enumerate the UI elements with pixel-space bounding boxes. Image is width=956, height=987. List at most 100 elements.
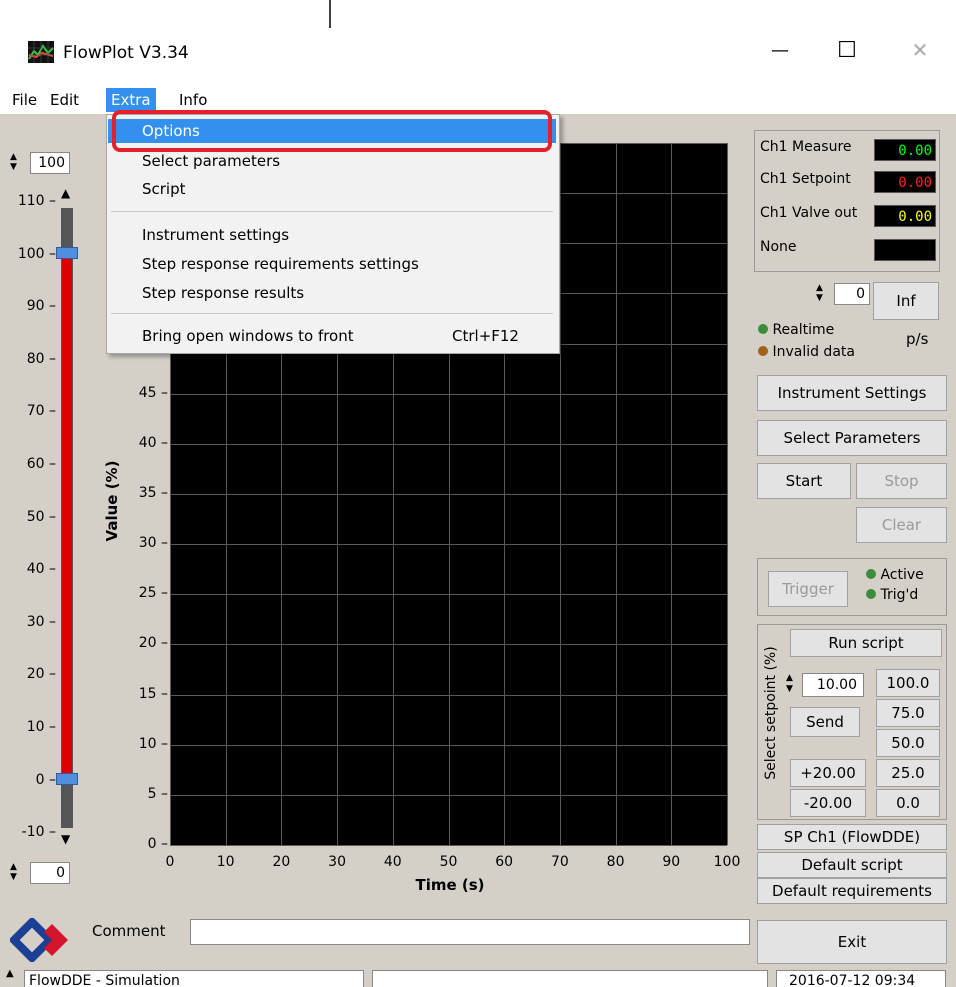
menu-item-instrument-settings[interactable]: Instrument settings [108,223,556,247]
setpoint-spinner[interactable]: ▲ ▼ 10.00 [786,673,866,697]
send-button[interactable]: Send [790,707,860,737]
slider-tick-label: 80 – [26,350,56,367]
select-parameters-button[interactable]: Select Parameters [757,420,947,456]
run-script-button[interactable]: Run script [790,629,942,657]
channel-display: 0.00 [874,171,936,193]
minus20-button[interactable]: -20.00 [790,789,866,817]
channel-row: None [760,237,936,263]
slider-up-arrow-icon[interactable]: ▲ [61,186,70,200]
menu-item-shortcut: Ctrl+F12 [452,327,519,345]
chart-grid-line [170,594,727,596]
slider-upper-handle[interactable] [56,247,78,259]
menu-extra[interactable]: Extra [106,88,156,112]
instrument-settings-button[interactable]: Instrument Settings [757,375,947,411]
title-bar: FlowPlot V3.34 — ☐ ✕ [0,28,956,86]
menu-item-step-response-requirements[interactable]: Step response requirements settings [108,252,556,276]
close-button[interactable]: ✕ [900,38,940,62]
status-datetime: 2016-07-12 09:34 [776,970,946,987]
slider-top-value[interactable]: 100 [30,152,70,174]
slider-tick-label: 50 – [26,508,56,525]
chart-y-tick-label: 0 – [147,836,168,852]
chart-y-tick-label: 25 – [138,585,168,602]
channel-label: Ch1 Setpoint [760,171,851,187]
menu-item-bring-windows-front[interactable]: Bring open windows to front Ctrl+F12 [108,324,556,348]
menu-separator [111,313,553,314]
spin-arrows-icon[interactable]: ▲ ▼ [10,152,17,172]
menu-info[interactable]: Info [174,88,212,112]
channel-display [874,239,936,261]
slider-tick-label: 20 – [26,666,56,683]
comment-label: Comment [92,922,166,940]
slider-lower-handle[interactable] [56,773,78,785]
menu-file[interactable]: File [7,88,42,112]
rate-value[interactable]: 0 [834,283,870,305]
chart-y-tick-label: 35 – [138,485,168,501]
comment-input[interactable] [190,919,750,945]
chart-x-tick-label: 0 [165,854,175,870]
active-indicator: Active [866,567,924,583]
chart-grid-line [170,494,727,495]
menu-item-select-parameters[interactable]: Select parameters [108,149,556,173]
status-middle [372,970,768,987]
slider-tick-label: 70 – [26,403,56,420]
clear-button[interactable]: Clear [856,507,947,543]
bronkhorst-logo [8,916,76,964]
stop-button[interactable]: Stop [856,463,947,499]
chart-grid-line [170,443,727,445]
requirements-button[interactable]: Default requirements [757,878,947,904]
chart-grid-line [170,544,727,546]
channel-label: Ch1 Valve out [760,205,858,221]
menu-item-script[interactable]: Script [108,177,556,201]
chart-y-tick-label: 5 – [147,785,168,802]
slider-bottom-spinner[interactable]: ▲ ▼ 0 [10,862,72,884]
spin-arrows-icon[interactable]: ▲ ▼ [10,862,17,882]
preset-button[interactable]: 50.0 [876,729,940,757]
trigger-panel: Trigger Active Trig'd [757,558,947,616]
menu-item-label: Step response requirements settings [142,255,419,273]
maximize-button[interactable]: ☐ [827,38,867,63]
inf-button[interactable]: Inf [873,282,939,320]
trigger-button[interactable]: Trigger [768,571,848,607]
menu-item-label: Select parameters [142,152,281,170]
channel-panel: Ch1 Measure 0.00 Ch1 Setpoint 0.00 Ch1 V… [754,130,940,272]
chart-grid-line [170,644,727,646]
start-button[interactable]: Start [757,463,851,499]
channel-row: Ch1 Measure 0.00 [760,137,936,163]
chart-x-tick-label: 10 [216,854,235,870]
invalid-label: Invalid data [772,344,855,360]
slider-bottom-value[interactable]: 0 [30,862,70,884]
spin-arrows-icon[interactable]: ▲ ▼ [786,673,793,695]
slider-tick-label: 100 – [17,245,56,262]
chart-y-tick-label: 15 – [138,685,168,702]
script-name-button[interactable]: Default script [757,852,947,878]
setpoint-value[interactable]: 10.00 [802,673,864,697]
chart-grid-line [170,845,727,846]
status-arrow-icon: ▲ [6,968,14,979]
slider-top-spinner[interactable]: ▲ ▼ 100 [10,152,72,174]
preset-button[interactable]: 75.0 [876,699,940,727]
slider-fill [62,253,72,779]
trigd-label: Trig'd [880,587,919,603]
highlight-box [112,110,552,152]
chart-grid-line [170,393,727,395]
spin-arrows-icon[interactable]: ▲ ▼ [816,283,823,303]
slider-tick-label: 10 – [26,719,56,735]
status-source: FlowDDE - Simulation [24,970,364,987]
rate-spinner[interactable]: ▲ ▼ 0 [816,283,872,305]
rate-unit: p/s [906,330,929,348]
menu-edit[interactable]: Edit [45,88,84,112]
sp-source-button[interactable]: SP Ch1 (FlowDDE) [757,824,947,850]
menu-separator [111,211,553,212]
trigd-led-icon [866,589,876,599]
preset-button[interactable]: 0.0 [876,789,940,817]
plus20-button[interactable]: +20.00 [790,759,866,787]
chart-x-tick-label: 90 [662,854,681,870]
exit-button[interactable]: Exit [757,920,947,964]
preset-button[interactable]: 100.0 [876,669,940,697]
preset-button[interactable]: 25.0 [876,759,940,787]
slider-down-arrow-icon[interactable]: ▼ [61,832,70,846]
realtime-label: Realtime [772,322,835,338]
minimize-button[interactable]: — [760,40,800,61]
invalid-indicator: Invalid data [758,344,855,360]
menu-item-step-response-results[interactable]: Step response results [108,281,556,305]
